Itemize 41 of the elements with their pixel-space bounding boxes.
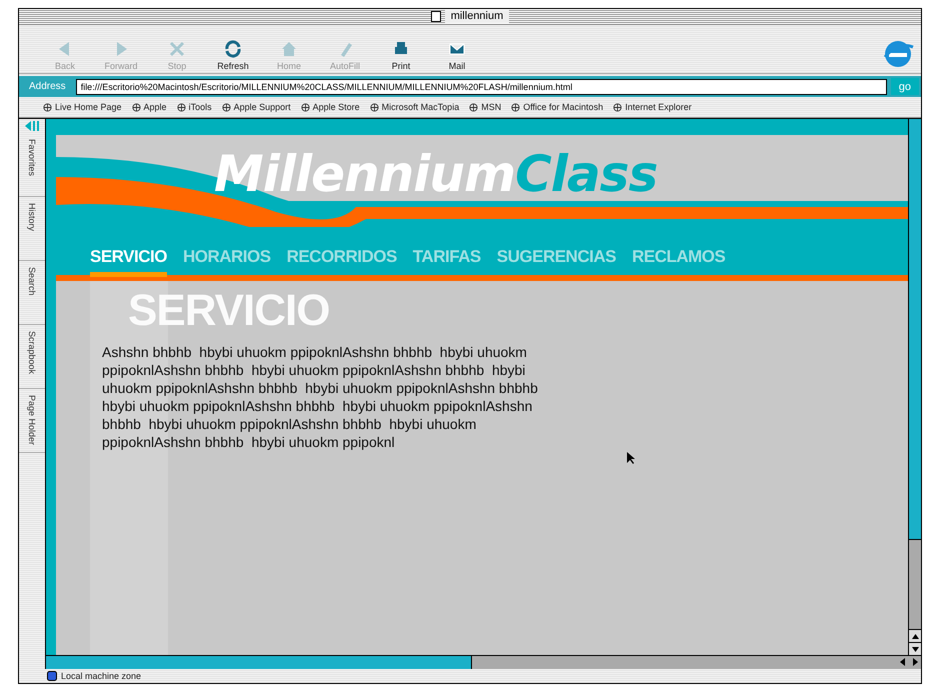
globe-icon — [176, 102, 186, 112]
favorites-link[interactable]: iTools — [176, 102, 212, 112]
toolbar-button[interactable]: Print — [379, 39, 423, 71]
sidebar-tab[interactable]: Favorites — [19, 133, 45, 197]
globe-icon — [300, 102, 310, 112]
toolbar-button[interactable]: Refresh — [211, 39, 255, 71]
sidebar-tab[interactable]: Scrapbook — [19, 325, 45, 389]
down-arrow-icon[interactable] — [912, 646, 918, 652]
sidebar-tab[interactable]: Search — [19, 261, 45, 325]
address-label: Address — [28, 81, 67, 92]
globe-icon — [469, 102, 478, 112]
window-title: millennium — [444, 10, 510, 23]
page-icon — [430, 11, 441, 22]
favorites-link[interactable]: Microsoft MacTopia — [370, 102, 460, 112]
x-icon — [167, 39, 187, 59]
favorites-link[interactable]: Apple Support — [222, 102, 291, 112]
site-logo: MillenniumClass — [214, 147, 658, 201]
favorites-link[interactable]: Office for Macintosh — [511, 102, 604, 112]
favorites-link[interactable]: MSN — [469, 102, 502, 112]
favorites-link[interactable]: Apple — [132, 102, 167, 112]
vertical-scrollbar[interactable] — [908, 119, 921, 655]
globe-icon — [43, 102, 52, 112]
sidebar-tab[interactable]: History — [19, 197, 45, 261]
globe-icon — [370, 102, 379, 112]
sidebar-tab[interactable]: Page Holder — [19, 389, 45, 453]
globe-icon — [613, 102, 622, 112]
body-text: Ashshn bhbhb hbybi uhuokm ppipoknlAshshn bhbhb hbybi uhuokm ppipoknlAshshn bhbhb hbybi uhuokm ppipoknlAshshn bhbhb hbybi uhuokm ppipoknlAshshn bhbhb hbybi uhuokm ppipoknlAshshn bhbhb hbybi uhuokm ppipoknlAshshn bhbhb hbybi uhuokm ppipoknlAshshn bhbhb hbybi uhuokm ppipoknlAshshn bhbhb hbybi uhuokm ppipoknlAshshn bhbhb hbybi uhuokm ppipoknl — [102, 343, 539, 451]
globe-icon — [132, 102, 141, 112]
favorites-link[interactable]: Apple Store — [300, 102, 360, 112]
zone-icon — [47, 671, 57, 681]
status-text: Local machine zone — [61, 671, 142, 681]
horizontal-scrollbar[interactable] — [46, 655, 921, 669]
cursor-icon — [626, 451, 636, 465]
favorites-link[interactable]: Live Home Page — [43, 102, 122, 112]
globe-icon — [511, 102, 520, 112]
favorites-link[interactable]: Internet Explorer — [613, 102, 692, 112]
address-field[interactable]: file:///Escritorio%20Macintosh/Escritorio/MILLENNIUM%20CLASS/MILLENNIUM/MILLENNIUM%20FLASH/millennium.html — [76, 78, 887, 94]
up-arrow-icon[interactable] — [912, 634, 918, 638]
refresh-icon — [223, 39, 243, 59]
globe-icon — [222, 102, 231, 112]
toolbar-button[interactable]: Mail — [435, 39, 479, 71]
